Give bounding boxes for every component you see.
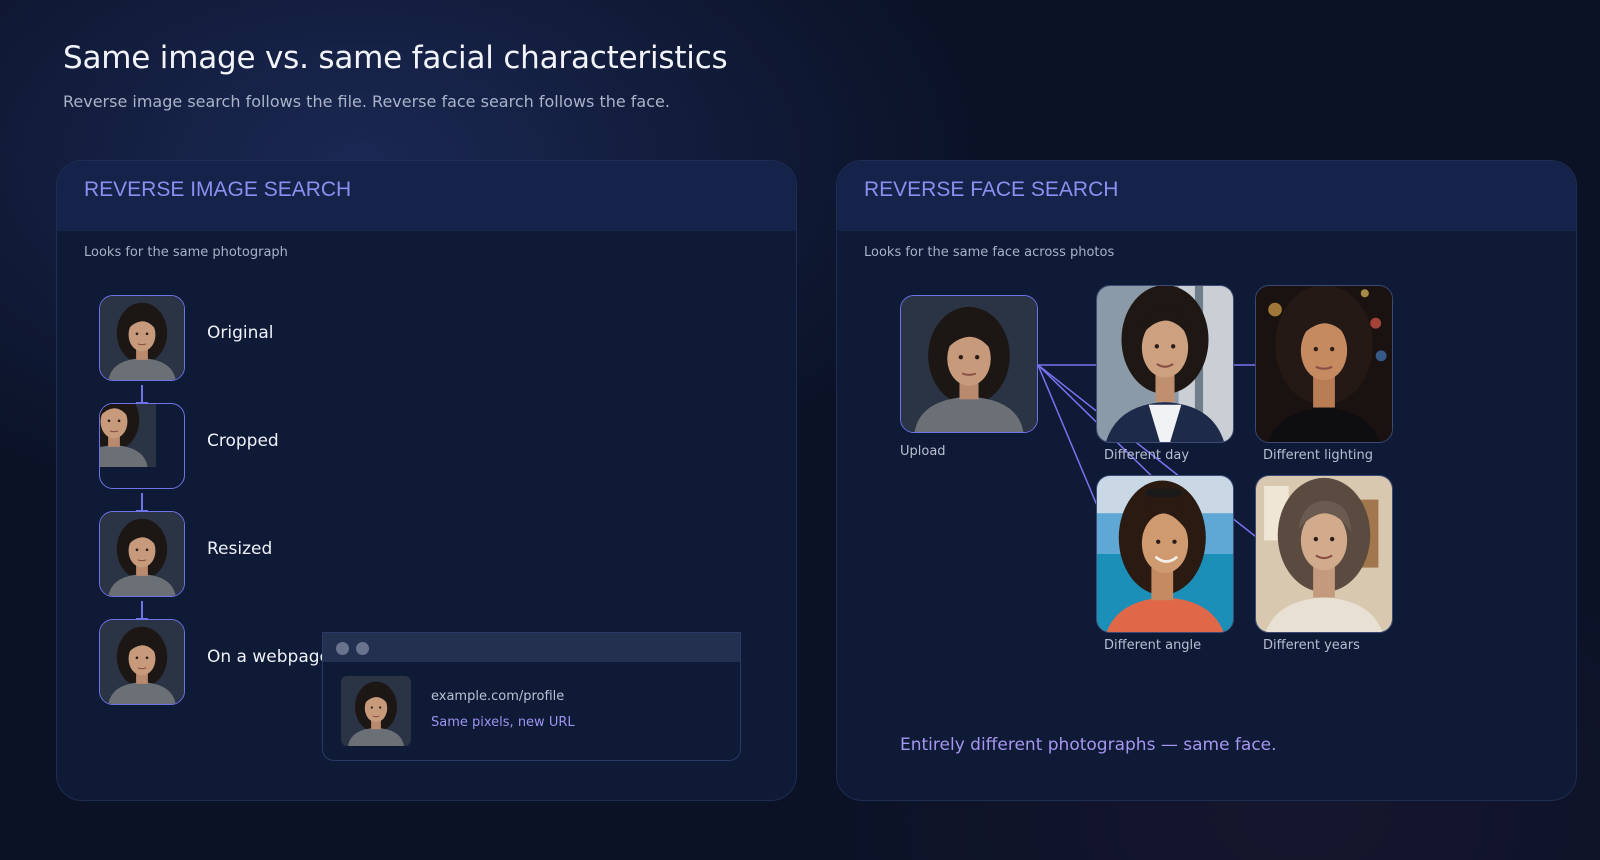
window-dot-icon [356,642,369,655]
webpage-note: Same pixels, new URL [431,715,575,730]
match-caption: Different angle [1104,638,1202,653]
match-photo-different-angle [1096,475,1234,633]
step-label: Resized [207,539,273,559]
step-label: On a webpage [207,647,330,667]
step-thumbnail-original [99,295,185,381]
match-caption: Different lighting [1263,448,1374,463]
match-photo-different-lighting [1255,285,1393,443]
step-thumbnail-resized [99,511,185,597]
browser-toolbar [323,633,740,662]
webpage-url: example.com/profile [431,689,565,704]
page-subtitle: Reverse image search follows the file. R… [63,92,670,111]
panel-subtitle: Looks for the same photograph [84,245,288,260]
match-caption: Different years [1263,638,1360,653]
panel-footer-note: Entirely different photographs — same fa… [900,735,1277,755]
match-photo-different-years [1255,475,1393,633]
panel-title: REVERSE IMAGE SEARCH [84,178,352,201]
match-photo-different-day [1096,285,1234,443]
page-title: Same image vs. same facial characteristi… [63,40,728,76]
step-label: Cropped [207,431,279,451]
reverse-image-search-panel: REVERSE IMAGE SEARCH Looks for the same … [56,160,797,801]
webpage-photo [341,676,411,746]
panel-header: REVERSE IMAGE SEARCH [57,161,796,231]
browser-mockup: example.com/profile Same pixels, new URL [322,632,741,761]
step-thumbnail-webpage [99,619,185,705]
step-label: Original [207,323,274,343]
step-thumbnail-cropped [99,403,185,489]
window-dot-icon [336,642,349,655]
match-caption: Different day [1104,448,1190,463]
reverse-face-search-panel: REVERSE FACE SEARCH Looks for the same f… [836,160,1577,801]
